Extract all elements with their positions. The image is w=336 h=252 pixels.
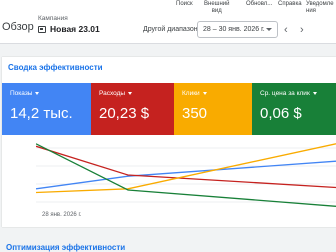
- metric-value: 0,06 $: [260, 105, 302, 122]
- campaign-icon: [38, 25, 46, 33]
- chevron-down-icon: [35, 92, 40, 95]
- chevron-down-icon: [128, 92, 133, 95]
- campaign-name: Новая 23.01: [50, 24, 100, 34]
- metric-tile-cost[interactable]: Расходы 20,23 $: [91, 83, 174, 135]
- section-optimization-title: Оптимизация эффективности: [6, 243, 126, 252]
- chevron-down-icon: [312, 92, 317, 95]
- chevron-down-icon: [202, 92, 207, 95]
- campaign-selector[interactable]: Новая 23.01: [38, 24, 100, 34]
- date-range-select[interactable]: 28 – 30 янв. 2026 г.: [197, 21, 278, 38]
- menu-help[interactable]: Справка: [278, 1, 302, 8]
- metric-label: Показы: [10, 90, 91, 97]
- menu-updates[interactable]: Обновл...: [246, 1, 272, 8]
- compare-label: Другой диапазон: [143, 26, 198, 33]
- menu-search[interactable]: Поиск: [176, 1, 193, 8]
- metric-value: 20,23 $: [99, 105, 150, 122]
- metric-label: Ср. цена за клик: [260, 90, 336, 97]
- metric-tile-impressions[interactable]: Показы 14,2 тыс.: [2, 83, 91, 135]
- metric-label: Расходы: [99, 90, 174, 97]
- chevron-down-icon: [266, 28, 272, 31]
- x-tick-label: 28 янв. 2026 г.: [42, 212, 82, 218]
- menu-appearance[interactable]: Внешний вид: [204, 1, 229, 15]
- summary-title: Сводка эффективности: [8, 63, 103, 72]
- menu-notifications[interactable]: Уведомле ния: [306, 1, 334, 15]
- metric-tile-avg-cpc[interactable]: Ср. цена за клик 0,06 $: [252, 83, 336, 135]
- metric-value: 350: [182, 105, 208, 122]
- date-range-value: 28 – 30 янв. 2026 г.: [203, 26, 265, 33]
- performance-chart: [36, 143, 336, 207]
- metric-tile-clicks[interactable]: Клики 350: [174, 83, 252, 135]
- campaign-label: Кампания: [38, 15, 68, 22]
- chevron-left-icon[interactable]: ‹: [284, 24, 288, 36]
- page-title: Обзор: [2, 21, 34, 33]
- top-bar: Обзор Кампания Новая 23.01 Поиск Внешний…: [0, 0, 336, 44]
- metric-label: Клики: [182, 90, 252, 97]
- chevron-right-icon[interactable]: ›: [300, 24, 304, 36]
- metric-value: 14,2 тыс.: [10, 105, 73, 122]
